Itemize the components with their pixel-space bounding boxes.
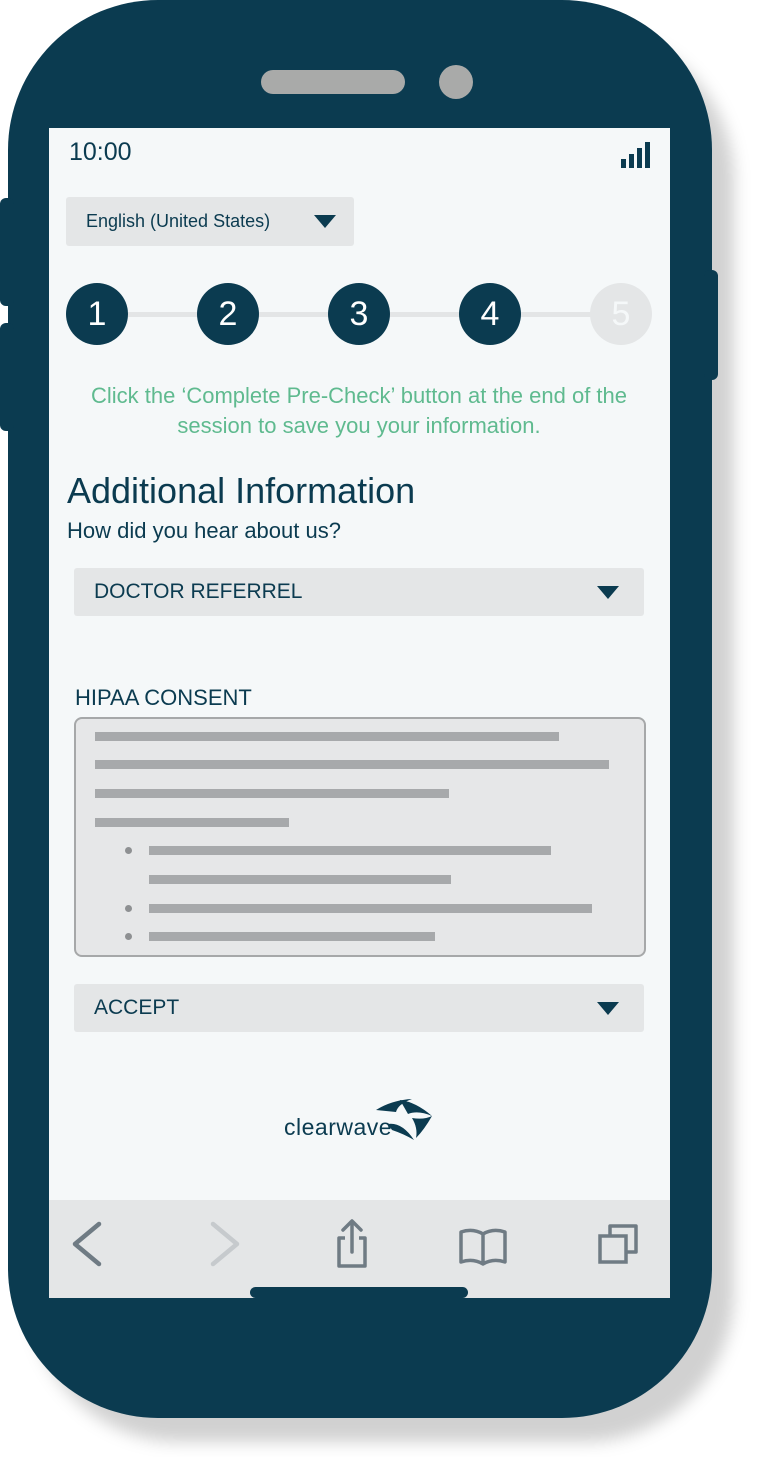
phone-screen: 10:00 English (United States) 1 2 3 4 5 … [49, 128, 670, 1298]
tabs-icon [598, 1224, 638, 1264]
referral-select-value: DOCTOR REFERREL [94, 580, 303, 603]
text-placeholder-line [149, 875, 451, 884]
step-3: 3 [328, 283, 390, 345]
share-button[interactable] [327, 1218, 377, 1270]
language-select-value: English (United States) [86, 211, 271, 231]
volume-up-button [0, 198, 14, 306]
home-indicator[interactable] [250, 1287, 468, 1298]
bullet-dot [125, 847, 132, 854]
forward-icon [210, 1221, 240, 1267]
camera [439, 65, 473, 99]
browser-toolbar [49, 1200, 670, 1298]
chevron-down-icon [314, 215, 336, 228]
bookmarks-button[interactable] [457, 1218, 507, 1270]
hipaa-consent-text[interactable] [74, 717, 646, 957]
clearwave-logo: clearwave [284, 1096, 444, 1146]
referral-select[interactable]: DOCTOR REFERREL [74, 568, 644, 616]
chevron-down-icon [597, 586, 619, 599]
consent-select[interactable]: ACCEPT [74, 984, 644, 1032]
share-icon [337, 1219, 367, 1268]
power-button [704, 270, 718, 380]
hipaa-consent-label: HIPAA CONSENT [75, 685, 252, 710]
text-placeholder-line [95, 818, 289, 827]
progress-stepper: 1 2 3 4 5 [66, 283, 652, 345]
step-1: 1 [66, 283, 128, 345]
logo-mark-icon [376, 1099, 432, 1140]
signal-icon [621, 142, 650, 168]
language-select[interactable]: English (United States) [66, 197, 354, 246]
back-icon [72, 1221, 102, 1267]
step-4: 4 [459, 283, 521, 345]
consent-select-value: ACCEPT [94, 996, 180, 1019]
text-placeholder-line [95, 760, 609, 769]
bullet-dot [125, 905, 132, 912]
text-placeholder-line [149, 846, 551, 855]
volume-down-button [0, 323, 14, 431]
step-2: 2 [197, 283, 259, 345]
text-placeholder-line [149, 904, 592, 913]
page-title: Additional Information [67, 470, 416, 511]
bullet-dot [125, 933, 132, 940]
bookmarks-icon [459, 1228, 507, 1266]
text-placeholder-line [95, 732, 559, 741]
forward-button[interactable] [199, 1218, 249, 1270]
back-button[interactable] [65, 1218, 115, 1270]
speaker [261, 70, 405, 94]
step-5: 5 [590, 283, 652, 345]
status-time: 10:00 [69, 138, 132, 166]
chevron-down-icon [597, 1002, 619, 1015]
text-placeholder-line [149, 932, 435, 941]
referral-question: How did you hear about us? [67, 518, 341, 543]
tabs-button[interactable] [594, 1218, 644, 1270]
pre-check-notice: Click the ‘Complete Pre-Check’ button at… [90, 383, 628, 438]
text-placeholder-line [95, 789, 449, 798]
